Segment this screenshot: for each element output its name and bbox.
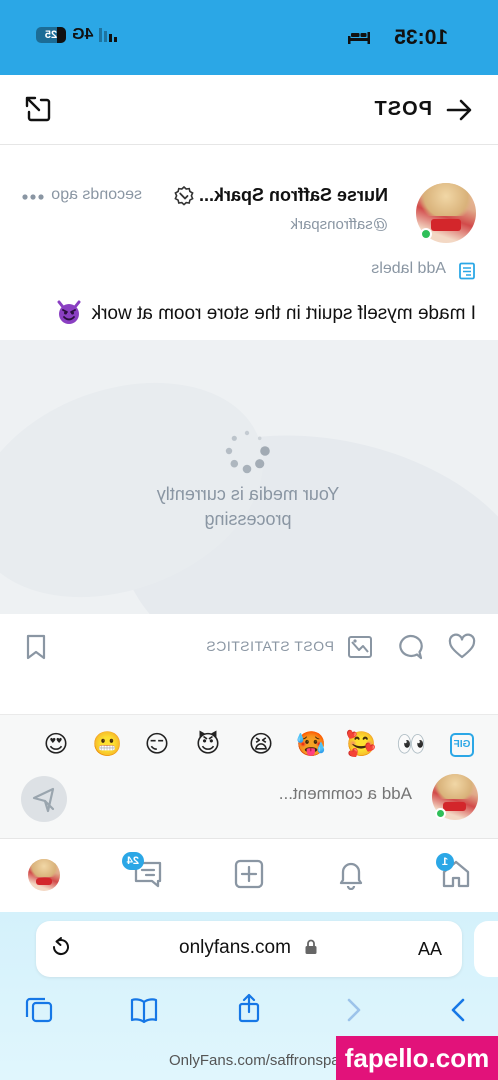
status-time: 10:35 [394, 26, 448, 49]
watermark: fapello.com [336, 1036, 498, 1080]
emoji-heart-eyes[interactable]: 😍 [41, 729, 71, 759]
bookmark-icon[interactable] [22, 633, 50, 661]
gif-button[interactable]: GIF [450, 733, 474, 757]
smiling-devil-icon [57, 300, 81, 324]
url-value: onlyfans.com [179, 937, 291, 958]
battery-level: 25 [44, 29, 58, 41]
author-handle[interactable]: @saffronspark [291, 216, 389, 233]
comment-bubble-icon[interactable] [396, 633, 424, 661]
emoji-smiling-devil[interactable]: 😈 [193, 729, 223, 759]
emoji-tired-face[interactable]: 😫 [246, 729, 276, 759]
author-name[interactable]: Nurse Saffron Spark... [199, 185, 388, 206]
emoji-smirking-face[interactable]: 😏 [142, 729, 172, 759]
post-header: POST [0, 75, 498, 145]
more-options-icon[interactable] [22, 194, 44, 200]
add-post-icon[interactable] [233, 858, 265, 890]
cellular-signal-icon [99, 28, 118, 42]
post-statistics-icon[interactable] [346, 633, 374, 661]
send-comment-button[interactable] [21, 776, 67, 822]
post-time: seconds ago [51, 186, 142, 203]
emoji-eyes[interactable]: 👀 [396, 729, 426, 759]
messages-badge: 24 [121, 852, 144, 870]
post-caption-text: I made myself squirt in the store room a… [91, 303, 476, 324]
bookmarks-book-icon[interactable] [129, 995, 159, 1025]
next-tab-preview[interactable] [474, 921, 498, 977]
emoji-hot-face[interactable]: 🥵 [296, 729, 326, 759]
share-sheet-icon[interactable] [234, 993, 264, 1023]
processing-line-1: Your media is currently [156, 484, 340, 504]
battery-icon: 25 [36, 27, 66, 43]
tabs-icon[interactable] [24, 995, 54, 1025]
share-icon[interactable] [24, 95, 52, 123]
home-notification-badge: 1 [436, 853, 454, 871]
back-chevron-icon[interactable] [338, 995, 368, 1025]
verified-badge-icon [174, 186, 194, 206]
emoji-grimacing-face[interactable]: 😬 [92, 729, 122, 759]
mirrored-screen: 10:35 4G 25 POST Nurse Saffron Spark... … [0, 0, 498, 1080]
label-icon[interactable] [458, 262, 476, 280]
post-caption: I made myself squirt in the store room a… [56, 299, 476, 325]
add-labels-button[interactable]: Add labels [371, 260, 446, 278]
loading-spinner-icon [225, 430, 270, 474]
status-indicators: 4G 25 [36, 26, 118, 44]
lock-icon [305, 939, 317, 954]
media-placeholder [0, 340, 498, 614]
send-arrow-icon [32, 787, 55, 813]
emoji-smiling-hearts[interactable]: 🥰 [346, 729, 376, 759]
processing-message: Your media is currently processing [118, 482, 378, 532]
notifications-bell-icon[interactable] [335, 858, 367, 890]
forward-arrow-icon[interactable] [444, 995, 474, 1025]
status-bar: 10:35 4G 25 [0, 0, 498, 75]
back-arrow-icon[interactable] [446, 97, 472, 123]
reload-icon[interactable] [50, 936, 72, 958]
page-title: POST [373, 98, 432, 120]
comment-input[interactable] [112, 784, 412, 804]
online-status-dot [420, 228, 432, 240]
post-statistics-button[interactable]: POST STATISTICS [206, 638, 334, 654]
reader-settings-button[interactable]: AA [418, 939, 442, 960]
sleep-mode-icon [348, 32, 370, 44]
like-heart-icon[interactable] [448, 633, 476, 661]
commenter-online-dot [435, 808, 446, 819]
profile-avatar[interactable] [28, 859, 60, 891]
url-text: onlyfans.com [170, 937, 300, 959]
network-label: 4G [72, 26, 94, 43]
processing-line-2: processing [204, 509, 292, 529]
